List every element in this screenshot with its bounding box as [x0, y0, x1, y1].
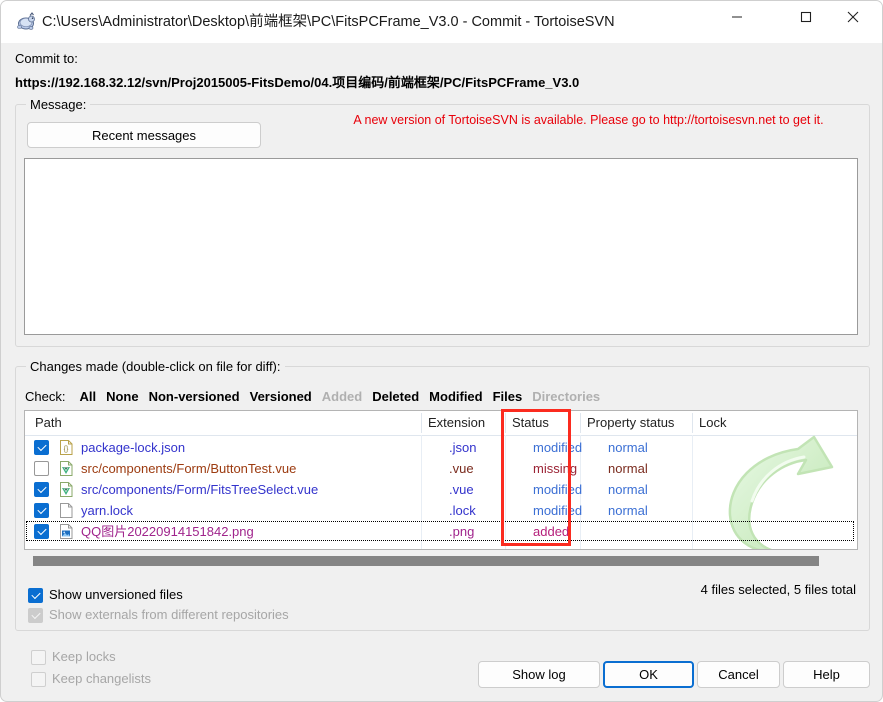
file-path-cell: package-lock.json: [81, 440, 186, 455]
file-path-cell: src/components/Form/ButtonTest.vue: [81, 461, 297, 476]
check-link-deleted[interactable]: Deleted: [372, 389, 419, 404]
column-divider: [692, 413, 693, 433]
checkbox-box: [28, 608, 43, 623]
checkbox-box: [31, 672, 46, 687]
row-focus-outline: [26, 521, 854, 541]
column-header-path[interactable]: Path: [35, 414, 62, 432]
window-title: C:\Users\Administrator\Desktop\前端框架\PC\F…: [42, 14, 615, 30]
check-toolbar: Check: All None Non-versioned Versioned Added…: [25, 388, 610, 406]
file-row[interactable]: QQ图片20220914151842.png .png added: [25, 521, 857, 542]
keep-locks-label: Keep locks: [52, 649, 116, 664]
column-divider: [580, 413, 581, 433]
show-externals-label: Show externals from different repositori…: [49, 607, 289, 622]
maximize-button[interactable]: [783, 1, 829, 33]
close-button[interactable]: [830, 1, 876, 33]
file-list-header: Path Extension Status Property status Lo…: [25, 411, 857, 436]
vue-file-icon: [58, 481, 74, 498]
check-link-versioned[interactable]: Versioned: [250, 389, 312, 404]
file-list[interactable]: Path Extension Status Property status Lo…: [24, 410, 858, 550]
help-button[interactable]: Help: [783, 661, 870, 688]
checkbox-box: [28, 588, 43, 603]
cancel-button[interactable]: Cancel: [697, 661, 780, 688]
column-header-extension[interactable]: Extension: [428, 414, 485, 432]
show-log-button[interactable]: Show log: [478, 661, 600, 688]
file-extension-cell: .json: [449, 440, 477, 455]
title-bar: C:\Users\Administrator\Desktop\前端框架\PC\F…: [1, 1, 882, 43]
file-status-cell: modified: [533, 482, 583, 497]
file-extension-cell: .lock: [449, 503, 476, 518]
check-link-directories: Directories: [532, 389, 601, 404]
file-property-status-cell: normal: [608, 482, 648, 497]
file-extension-cell: .vue: [449, 461, 474, 476]
files-count-status: 4 files selected, 5 files total: [700, 582, 856, 597]
keep-changelists-label: Keep changelists: [52, 671, 152, 686]
json-file-icon: {}: [58, 439, 74, 456]
file-row[interactable]: src/components/Form/ButtonTest.vue .vue mi…: [25, 458, 857, 479]
check-link-all[interactable]: All: [79, 389, 96, 404]
check-link-non-versioned[interactable]: Non-versioned: [149, 389, 240, 404]
file-row-checkbox[interactable]: [34, 482, 49, 497]
commit-to-label: Commit to:: [15, 51, 78, 66]
file-row-checkbox[interactable]: [34, 440, 49, 455]
new-version-notice: A new version of TortoiseSVN is availabl…: [353, 113, 824, 127]
file-path-cell: yarn.lock: [81, 503, 134, 518]
column-header-property-status[interactable]: Property status: [587, 414, 674, 432]
file-row[interactable]: src/components/Form/FitsTreeSelect.vue .v…: [25, 479, 857, 500]
blank-file-icon: [58, 502, 74, 519]
message-group-title: Message:: [26, 97, 91, 112]
show-unversioned-files-label: Show unversioned files: [49, 587, 183, 602]
checkbox-box: [31, 650, 46, 665]
commit-dialog-window: C:\Users\Administrator\Desktop\前端框架\PC\F…: [0, 0, 883, 702]
file-status-cell: modified: [533, 440, 583, 455]
commit-message-input[interactable]: [24, 158, 858, 335]
vue-file-icon: [58, 460, 74, 477]
file-path-cell: src/components/Form/FitsTreeSelect.vue: [81, 482, 319, 497]
commit-to-url: https://192.168.32.12/svn/Proj2015005-Fi…: [15, 75, 580, 90]
column-divider: [505, 413, 506, 433]
check-link-modified[interactable]: Modified: [429, 389, 482, 404]
file-extension-cell: .vue: [449, 482, 474, 497]
file-status-cell: missing: [533, 461, 578, 476]
recent-messages-button[interactable]: Recent messages: [27, 122, 261, 148]
check-label: Check:: [25, 389, 66, 404]
column-header-lock[interactable]: Lock: [699, 414, 726, 432]
check-link-none[interactable]: None: [106, 389, 139, 404]
column-header-status[interactable]: Status: [512, 414, 549, 432]
file-row-checkbox[interactable]: [34, 503, 49, 518]
file-property-status-cell: normal: [608, 503, 648, 518]
file-list-horizontal-scrollbar[interactable]: [24, 552, 858, 569]
changes-group-title: Changes made (double-click on file for d…: [26, 359, 285, 374]
file-row-checkbox[interactable]: [34, 461, 49, 476]
file-property-status-cell: normal: [608, 461, 648, 476]
tortoisesvn-turtle-icon: [15, 11, 37, 33]
column-divider: [421, 413, 422, 433]
scrollbar-thumb[interactable]: [33, 556, 819, 566]
file-status-cell: modified: [533, 503, 583, 518]
check-link-added: Added: [321, 389, 363, 404]
ok-button[interactable]: OK: [603, 661, 694, 688]
svg-text:{}: {}: [64, 446, 69, 453]
check-link-files[interactable]: Files: [493, 389, 523, 404]
file-row[interactable]: yarn.lock .lock modified normal: [25, 500, 857, 521]
minimize-button[interactable]: [714, 1, 760, 33]
file-property-status-cell: normal: [608, 440, 648, 455]
file-row[interactable]: {} package-lock.json .json modified normal: [25, 437, 857, 458]
